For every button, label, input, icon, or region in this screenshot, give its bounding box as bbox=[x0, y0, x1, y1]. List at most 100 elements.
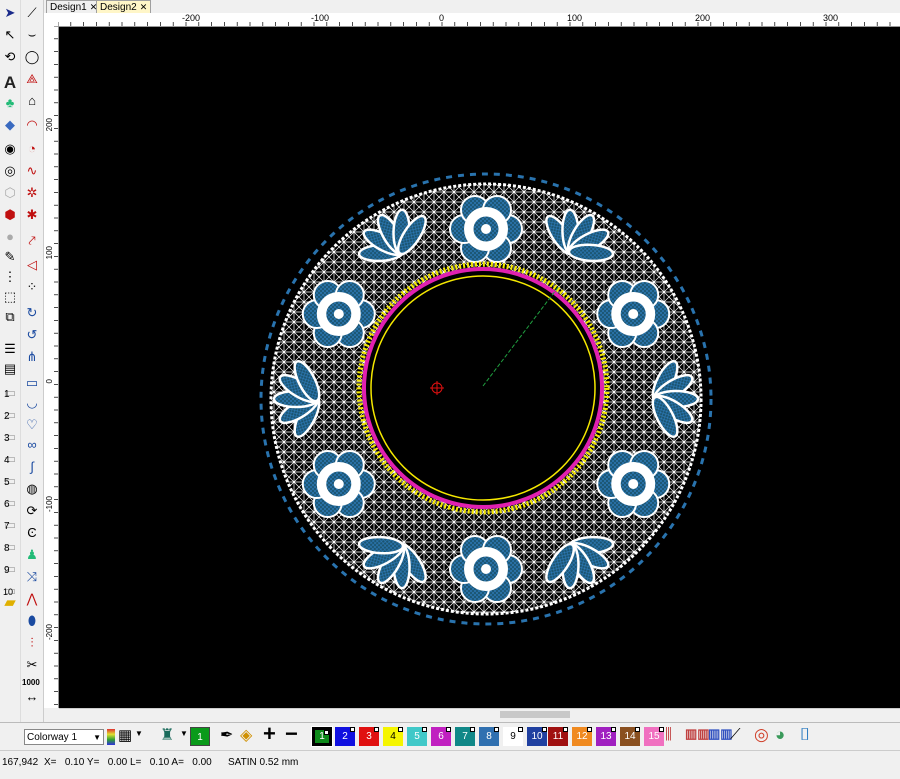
color-bars-icon[interactable]: ▥▥ bbox=[685, 726, 710, 742]
color-swatch-1[interactable]: 1 bbox=[311, 726, 333, 747]
remove-color-button[interactable]: − bbox=[285, 721, 298, 747]
colorway-select[interactable]: Colorway 1 ▼ bbox=[24, 729, 104, 745]
design-canvas[interactable] bbox=[59, 27, 900, 708]
node-edit-icon[interactable]: ↖ bbox=[1, 26, 19, 44]
diagonal-line-icon[interactable]: ⟋ bbox=[23, 4, 41, 22]
curve-icon[interactable]: ∿ bbox=[23, 162, 41, 180]
ruler-label: 200 bbox=[45, 118, 54, 132]
c-shape-icon[interactable]: Ͼ bbox=[23, 524, 41, 542]
scissors-icon[interactable]: ✂ bbox=[23, 656, 41, 674]
list-icon[interactable]: ☰ bbox=[1, 340, 19, 358]
color-swatch-14[interactable]: 14 bbox=[620, 727, 640, 746]
hexagon-fill-icon[interactable]: ⬢ bbox=[1, 206, 19, 224]
horizontal-scrollbar[interactable] bbox=[59, 708, 900, 722]
squiggle-icon[interactable]: ∫ bbox=[23, 458, 41, 476]
node-path-icon[interactable]: ⤤ bbox=[23, 232, 41, 250]
ruler-label: 100 bbox=[567, 13, 583, 23]
scrollbar-thumb[interactable] bbox=[500, 711, 570, 718]
add-color-button[interactable]: + bbox=[263, 721, 276, 747]
gear-icon[interactable]: ✲ bbox=[23, 184, 41, 202]
dot-grid-icon[interactable]: ⋮ bbox=[1, 268, 19, 286]
polygon-node-icon[interactable]: ⟁ bbox=[23, 70, 41, 88]
circle-target-icon[interactable]: ◉ bbox=[1, 140, 19, 158]
color-bars-blue-icon[interactable]: ▥▥ bbox=[708, 726, 733, 742]
diagonal-slash-icon[interactable]: ⟋ bbox=[730, 726, 741, 743]
grid-dots-icon[interactable]: ⁘ bbox=[23, 278, 41, 296]
color-swatch-6[interactable]: 6 bbox=[431, 727, 451, 746]
dashed-square-icon[interactable]: ⬚ bbox=[1, 288, 19, 306]
ring-icon[interactable]: ◍ bbox=[23, 480, 41, 498]
layer-number: 2 bbox=[4, 411, 10, 422]
tab-design2[interactable]: Design2 ✕ bbox=[96, 0, 152, 13]
people-icon[interactable]: ♟ bbox=[23, 546, 41, 564]
eyedropper-icon[interactable]: ✒ bbox=[220, 725, 233, 745]
needle-bars-icon[interactable]: ⫼ bbox=[665, 726, 672, 743]
ellipse-icon[interactable]: ◯ bbox=[23, 48, 41, 66]
paint-bucket-icon[interactable]: ◈ bbox=[240, 725, 252, 745]
arc-icon[interactable]: ◠ bbox=[23, 116, 41, 134]
bracket-icon[interactable]: ⌣ bbox=[23, 26, 41, 44]
chevron-down-icon[interactable]: ▼ bbox=[180, 729, 188, 738]
color-swatch-15[interactable]: 15 bbox=[644, 727, 664, 746]
color-swatch-8[interactable]: 8 bbox=[479, 727, 499, 746]
select-arrow-icon[interactable]: ➤ bbox=[1, 4, 19, 22]
swatch-corner-icon bbox=[542, 727, 547, 732]
bobbin-icon[interactable]: ⬮ bbox=[23, 612, 41, 630]
needle-icon[interactable]: ⫶ bbox=[23, 634, 41, 652]
circle-gray-icon[interactable]: ● bbox=[1, 228, 19, 246]
swatch-corner-icon bbox=[398, 727, 403, 732]
color-swatch-12[interactable]: 12 bbox=[572, 727, 592, 746]
monogram-icon[interactable]: ♣ bbox=[1, 94, 19, 112]
palette-grid-icon[interactable]: ▦ bbox=[118, 726, 132, 744]
ruler-label: -200 bbox=[45, 624, 54, 641]
color-swatch-13[interactable]: 13 bbox=[596, 727, 616, 746]
ruler-label: -100 bbox=[311, 13, 330, 23]
color-swatch-current[interactable]: 1 bbox=[190, 727, 210, 746]
palette-strip-icon[interactable] bbox=[107, 729, 115, 745]
zoom-1000-button[interactable]: 1000 bbox=[22, 678, 40, 687]
circles-icon[interactable]: ∞ bbox=[23, 436, 41, 454]
node-tree-icon[interactable]: ⋔ bbox=[23, 348, 41, 366]
transform-icon[interactable]: ⟲ bbox=[1, 48, 19, 66]
color-ring-icon[interactable]: ◎ bbox=[754, 725, 769, 745]
color-swatch-4[interactable]: 4 bbox=[383, 727, 403, 746]
color-swatch-10[interactable]: 10 bbox=[527, 727, 547, 746]
color-swatch-3[interactable]: 3 bbox=[359, 727, 379, 746]
arrows-icon[interactable]: ↔ bbox=[23, 688, 41, 706]
triangle-icon[interactable]: ◁ bbox=[23, 256, 41, 274]
layer-number: 6 bbox=[4, 499, 10, 510]
color-swatch-2[interactable]: 2 bbox=[335, 727, 355, 746]
diamond-fill-icon[interactable]: ◆ bbox=[1, 116, 19, 134]
color-wheel-icon[interactable]: ◕ bbox=[775, 725, 785, 745]
arc-line-icon[interactable]: ◡ bbox=[23, 394, 41, 412]
thread-spool-icon[interactable]: ⌷ bbox=[800, 725, 810, 745]
house-shape-icon[interactable]: ⌂ bbox=[23, 92, 41, 110]
zigzag-icon[interactable]: ⋀ bbox=[23, 590, 41, 608]
close-icon[interactable]: ✕ bbox=[140, 2, 148, 12]
swatch-corner-icon bbox=[446, 727, 451, 732]
pencil-icon[interactable]: ✎ bbox=[1, 248, 19, 266]
text-tool-icon[interactable]: A bbox=[1, 74, 19, 92]
chevron-down-icon[interactable]: ▼ bbox=[135, 729, 143, 738]
rectangle-icon[interactable]: ▭ bbox=[23, 374, 41, 392]
tab-design1[interactable]: Design1 ✕ bbox=[46, 0, 102, 13]
overlap-squares-icon[interactable]: ⧉ bbox=[1, 308, 19, 326]
color-swatch-7[interactable]: 7 bbox=[455, 727, 475, 746]
heart-icon[interactable]: ♡ bbox=[23, 416, 41, 434]
color-swatch-9[interactable]: 9 bbox=[503, 727, 523, 746]
cycle-icon[interactable]: ⟳ bbox=[23, 502, 41, 520]
circle-outline-icon[interactable]: ◎ bbox=[1, 162, 19, 180]
hexagon-outline-icon[interactable]: ⬡ bbox=[1, 184, 19, 202]
layer-number: 7 bbox=[4, 521, 10, 532]
color-swatch-11[interactable]: 11 bbox=[548, 727, 568, 746]
split-icon[interactable]: ⤨ bbox=[23, 568, 41, 586]
star-circle-icon[interactable]: ✱ bbox=[23, 206, 41, 224]
cursor-coordinates: 167,942 bbox=[2, 757, 39, 768]
swatch-corner-icon bbox=[611, 727, 616, 732]
pie-icon[interactable]: ◔ bbox=[23, 140, 41, 158]
thread-shirt-icon[interactable]: ♜ bbox=[160, 725, 174, 745]
notes-icon[interactable]: ▤ bbox=[1, 360, 19, 378]
loop-icon[interactable]: ↺ bbox=[23, 326, 41, 344]
spiral-icon[interactable]: ↻ bbox=[23, 304, 41, 322]
color-swatch-5[interactable]: 5 bbox=[407, 727, 427, 746]
